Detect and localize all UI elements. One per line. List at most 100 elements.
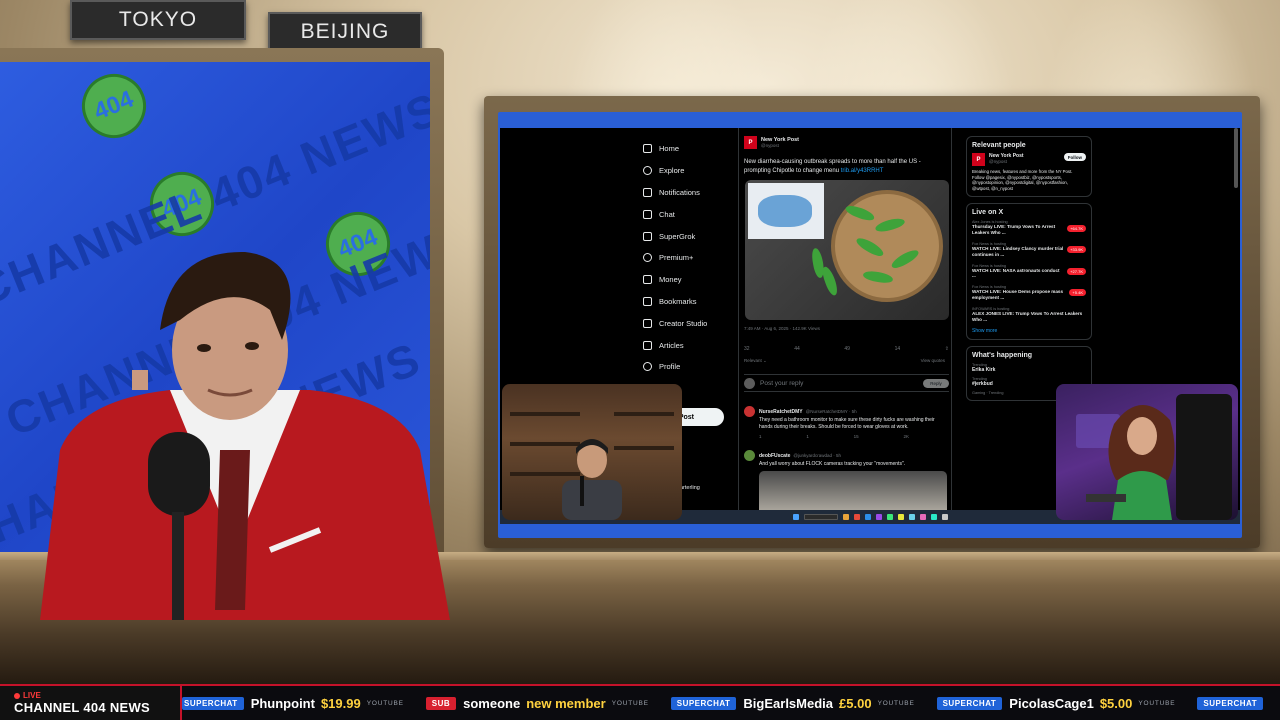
nav-money[interactable]: Money xyxy=(643,269,743,291)
reply-button[interactable]: Reply xyxy=(923,378,949,388)
app-icon[interactable] xyxy=(897,514,904,520)
like-count[interactable]: 15 xyxy=(854,434,859,439)
app-icon[interactable] xyxy=(886,514,893,520)
live-dot-icon xyxy=(14,692,20,699)
home-icon xyxy=(643,144,652,154)
reply-composer: Post your reply Reply xyxy=(744,374,949,392)
avatar xyxy=(744,377,755,389)
listener-count: +27.7K xyxy=(1067,267,1086,275)
live-item[interactable]: Fox News is hosting WATCH LIVE: NASA ast… xyxy=(972,264,1086,280)
repost-count[interactable]: 1 xyxy=(806,434,809,439)
ticker-item: SUB someone new member YOUTUBE xyxy=(425,696,659,711)
avatar[interactable] xyxy=(744,406,755,417)
account-handle[interactable]: arterling xyxy=(680,485,700,491)
city-sign-beijing: BEIJING xyxy=(268,12,422,52)
channel-logo: 404 xyxy=(72,64,156,148)
tweet-handle[interactable]: @nypost xyxy=(761,143,799,148)
channel-live-block: LIVE CHANNEL 404 NEWS xyxy=(0,686,182,720)
guest-person xyxy=(1076,394,1232,520)
chat-icon xyxy=(643,209,652,219)
money-icon xyxy=(643,275,652,285)
live-item[interactable]: Alex Jones is hosting Thursday LIVE: Tru… xyxy=(972,220,1086,236)
x-right-sidebar: Relevant people P New York Post @nypost … xyxy=(966,136,1092,407)
nav-premium[interactable]: Premium+ xyxy=(643,247,743,269)
guest-person xyxy=(562,439,622,520)
bell-icon xyxy=(643,187,652,197)
start-icon[interactable] xyxy=(792,514,799,520)
ticker-item: SUPERCHAT xyxy=(1197,696,1270,710)
nypost-avatar[interactable]: P xyxy=(972,153,985,166)
app-icon[interactable] xyxy=(919,514,926,520)
reply-count[interactable]: 1 xyxy=(759,434,762,439)
app-icon[interactable] xyxy=(853,514,860,520)
news-anchor xyxy=(40,251,450,620)
relevant-people: Relevant people P New York Post @nypost … xyxy=(966,136,1092,198)
ticker-item: Phunpoint $19.99 YOUTUBE xyxy=(250,695,404,711)
nav-supergrok[interactable]: SuperGrok xyxy=(643,225,743,247)
x-sidebar-nav: Home Explore Notifications Chat SuperGro… xyxy=(643,138,743,378)
relevant-sort[interactable]: Relevant ⌄ xyxy=(744,358,767,364)
tweet-actions: 32 44 49 14 ⇪ xyxy=(744,346,949,352)
tweet-header: P New York Post @nypost xyxy=(744,136,799,149)
file-explorer-icon[interactable] xyxy=(842,514,849,520)
bookmark-count[interactable]: 14 xyxy=(895,346,901,352)
follow-button[interactable]: Follow xyxy=(1063,153,1086,161)
reply-count[interactable]: 32 xyxy=(744,346,750,352)
guest-webcam-right xyxy=(1056,384,1238,520)
app-icon[interactable] xyxy=(864,514,871,520)
tweet-text: New diarrhea-causing outbreak spreads to… xyxy=(744,159,921,174)
nav-articles[interactable]: Articles xyxy=(643,334,743,356)
nav-chat[interactable]: Chat xyxy=(643,203,743,225)
creator-studio-icon xyxy=(643,318,652,328)
channel-name: CHANNEL 404 NEWS xyxy=(14,700,151,715)
nav-notifications[interactable]: Notifications xyxy=(643,182,743,204)
avatar[interactable] xyxy=(744,450,755,461)
nav-profile[interactable]: Profile xyxy=(643,356,743,378)
shelf xyxy=(510,412,580,416)
listener-count: +64.7K xyxy=(1067,224,1086,232)
app-icon[interactable] xyxy=(941,514,948,520)
nav-home[interactable]: Home xyxy=(643,138,743,160)
search-icon[interactable] xyxy=(803,514,838,520)
reply-input[interactable]: Post your reply xyxy=(760,380,923,387)
articles-icon xyxy=(643,340,652,350)
ticker-item: SUPERCHAT BigEarlsMedia £5.00 YOUTUBE xyxy=(670,696,925,711)
show-more-link[interactable]: Show more xyxy=(972,328,1086,334)
profile-icon xyxy=(643,362,652,372)
reply-item[interactable]: NurseRatchetDMY @NurseRatchetDMY · 5h Th… xyxy=(744,406,949,439)
live-item[interactable]: INFOWARS is hosting ALEX JONES LIVE: Tru… xyxy=(972,307,1086,323)
reply-item[interactable]: deobFUscate @junkyardcrawdad · 5h And ya… xyxy=(744,450,949,468)
tweet-detail: P New York Post @nypost New diarrhea-cau… xyxy=(738,128,952,524)
like-count[interactable]: 49 xyxy=(844,346,850,352)
app-icon[interactable] xyxy=(875,514,882,520)
listener-count: +33.9K xyxy=(1067,246,1086,254)
trend-item[interactable]: Trending Erika Kirk xyxy=(972,363,1086,373)
ticker-item: SUPERCHAT PicolasCage1 $5.00 YOUTUBE xyxy=(936,696,1186,711)
listener-count: +5.4K xyxy=(1069,289,1086,297)
view-quotes[interactable]: View quotes xyxy=(921,358,945,363)
tweet-link[interactable]: trib.al/y43RRHT xyxy=(841,168,884,174)
shelf xyxy=(614,412,674,416)
live-item[interactable]: Fox News is hosting WATCH LIVE: Lindsey … xyxy=(972,242,1086,258)
bookmark-icon xyxy=(643,296,652,306)
x-premium-icon xyxy=(643,253,652,263)
repost-count[interactable]: 44 xyxy=(794,346,800,352)
grok-icon xyxy=(643,231,652,241)
live-item[interactable]: Fox News is hosting WATCH LIVE: House De… xyxy=(972,285,1086,301)
guest-webcam-left xyxy=(502,384,682,520)
scrollbar[interactable] xyxy=(1234,128,1238,188)
app-icon[interactable] xyxy=(930,514,937,520)
tweet-image[interactable] xyxy=(745,180,949,320)
news-ticker: LIVE CHANNEL 404 NEWS SUPERCHAT Phunpoin… xyxy=(0,684,1280,720)
nav-creator-studio[interactable]: Creator Studio xyxy=(643,312,743,334)
nav-explore[interactable]: Explore xyxy=(643,160,743,182)
search-icon xyxy=(643,166,652,176)
ticker-item: SUPERCHAT xyxy=(182,696,251,710)
views-count[interactable]: 2K xyxy=(903,434,909,439)
outbreak-map xyxy=(748,183,824,239)
nypost-avatar[interactable]: P xyxy=(744,136,757,149)
nav-bookmarks[interactable]: Bookmarks xyxy=(643,291,743,313)
share-icon[interactable]: ⇪ xyxy=(945,346,949,352)
app-icon[interactable] xyxy=(908,514,915,520)
map-shape xyxy=(758,195,812,227)
